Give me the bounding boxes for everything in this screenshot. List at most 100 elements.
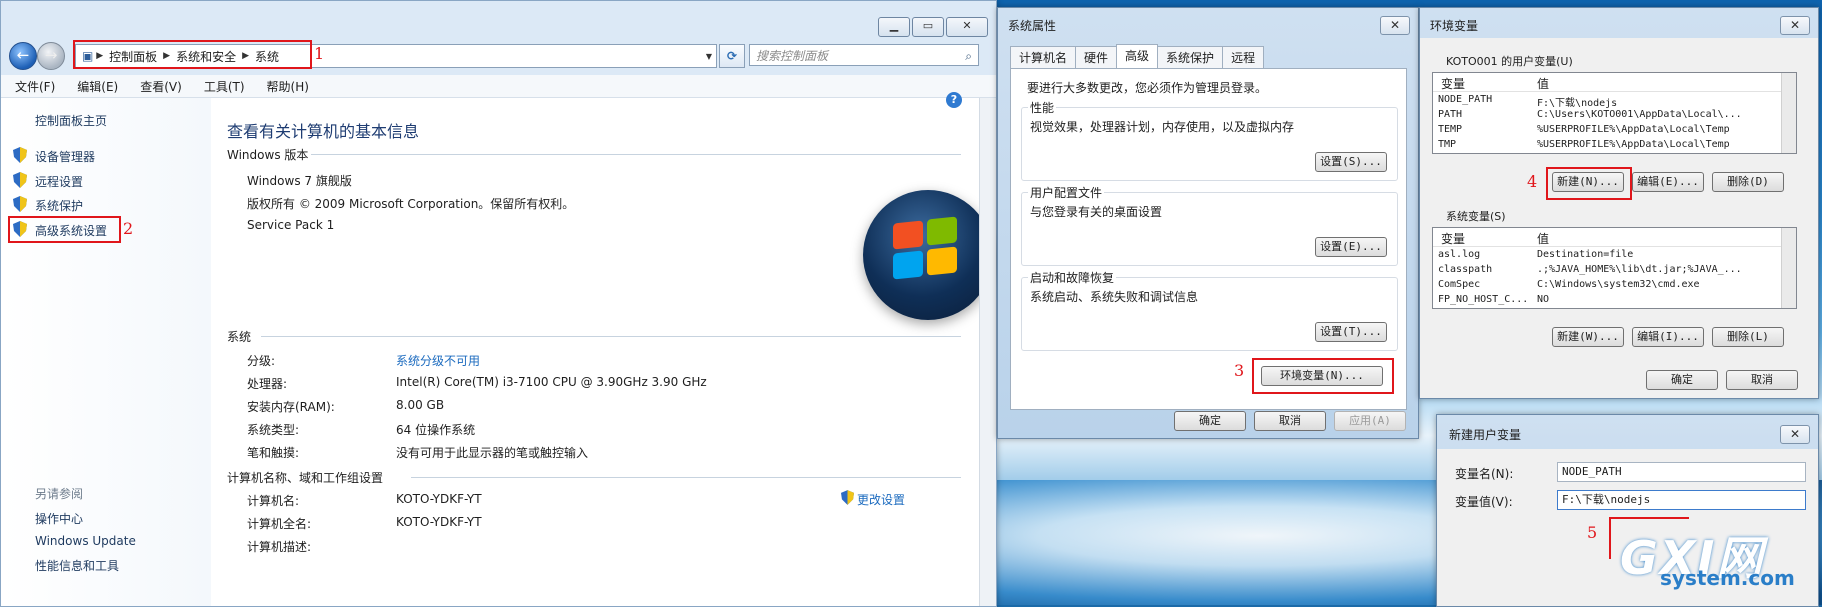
see-also-title: 另请参阅 bbox=[35, 487, 84, 501]
col-var[interactable]: 变量 bbox=[1441, 230, 1465, 247]
scrollbar[interactable] bbox=[979, 98, 996, 606]
change-settings-link[interactable]: 更改设置 bbox=[857, 491, 905, 508]
menu-edit[interactable]: 编辑(E) bbox=[63, 78, 126, 95]
cancel-button[interactable]: 取消 bbox=[1254, 411, 1326, 431]
sidebar-item-system-protection[interactable]: 系统保护 bbox=[35, 197, 83, 214]
sidebar-item-remote-settings[interactable]: 远程设置 bbox=[35, 173, 83, 190]
ok-button[interactable]: 确定 bbox=[1174, 411, 1246, 431]
minimize-button[interactable]: ▁ bbox=[878, 17, 910, 37]
group-desc: 系统启动、系统失败和调试信息 bbox=[1030, 290, 1199, 304]
shield-icon bbox=[13, 172, 27, 188]
divider bbox=[411, 477, 961, 478]
system-edit-button[interactable]: 编辑(I)... bbox=[1632, 327, 1704, 347]
control-panel-window: ▁ ▭ ✕ ← → ▣ ▶ 控制面板 ▶ 系统和安全 ▶ 系统 ▼ ⟳ 搜索控制… bbox=[0, 0, 997, 607]
advanced-panel: 要进行大多数更改，您必须作为管理员登录。 性能 视觉效果，处理器计划，内存使用，… bbox=[1010, 68, 1407, 410]
processor-value: Intel(R) Core(TM) i3-7100 CPU @ 3.90GHz … bbox=[396, 375, 707, 389]
user-delete-button[interactable]: 删除(D) bbox=[1712, 172, 1784, 192]
see-also-performance[interactable]: 性能信息和工具 bbox=[35, 557, 119, 574]
annotation-box-3 bbox=[1252, 358, 1394, 394]
system-type-label: 系统类型: bbox=[247, 423, 300, 437]
cancel-button[interactable]: 取消 bbox=[1726, 370, 1798, 390]
back-icon[interactable]: ← bbox=[9, 42, 37, 70]
group-title: 用户配置文件 bbox=[1028, 184, 1105, 201]
list-item[interactable]: FP_NO_HOST_C... NO bbox=[1433, 294, 1796, 308]
ok-button[interactable]: 确定 bbox=[1646, 370, 1718, 390]
full-name-label: 计算机全名: bbox=[247, 517, 312, 531]
system-delete-button[interactable]: 删除(L) bbox=[1712, 327, 1784, 347]
var-name-field[interactable]: NODE_PATH bbox=[1557, 462, 1806, 482]
scrollbar[interactable] bbox=[1781, 228, 1796, 308]
tab-computer-name[interactable]: 计算机名 bbox=[1010, 46, 1077, 70]
performance-group: 性能 视觉效果，处理器计划，内存使用，以及虚拟内存 设置(S)... bbox=[1021, 99, 1398, 181]
annotation-5: 5 bbox=[1587, 523, 1598, 542]
maximize-button[interactable]: ▭ bbox=[912, 17, 944, 37]
annotation-1: 1 bbox=[314, 44, 325, 63]
service-pack: Service Pack 1 bbox=[247, 218, 335, 232]
description-label: 计算机描述: bbox=[247, 540, 312, 554]
list-item[interactable]: ComSpec C:\Windows\system32\cmd.exe bbox=[1433, 279, 1796, 294]
divider bbox=[261, 336, 961, 337]
var-value-label: 变量值(V): bbox=[1455, 495, 1513, 509]
search-input[interactable]: 搜索控制面板 ⌕ bbox=[749, 44, 979, 66]
list-item[interactable]: TMP %USERPROFILE%\AppData\Local\Temp bbox=[1433, 139, 1796, 153]
performance-settings-button[interactable]: 设置(S)... bbox=[1315, 152, 1387, 172]
annotation-3: 3 bbox=[1234, 361, 1245, 380]
var-value-field[interactable]: F:\下载\nodejs bbox=[1557, 490, 1806, 510]
rating-link[interactable]: 系统分级不可用 bbox=[396, 352, 480, 369]
admin-note: 要进行大多数更改，您必须作为管理员登录。 bbox=[1027, 81, 1268, 95]
list-item[interactable]: TEMP %USERPROFILE%\AppData\Local\Temp bbox=[1433, 124, 1796, 139]
computer-name-label: 计算机名: bbox=[247, 494, 300, 508]
group-title: 启动和故障恢复 bbox=[1028, 269, 1117, 286]
help-icon[interactable]: ? bbox=[946, 92, 962, 108]
close-button[interactable]: ✕ bbox=[946, 17, 988, 37]
annotation-2: 2 bbox=[123, 219, 134, 238]
group-title: 性能 bbox=[1028, 99, 1057, 116]
system-new-button[interactable]: 新建(W)... bbox=[1552, 327, 1624, 347]
system-section-title: 系统 bbox=[227, 330, 252, 344]
system-vars-title: 系统变量(S) bbox=[1446, 210, 1506, 223]
col-val[interactable]: 值 bbox=[1537, 230, 1549, 247]
col-var[interactable]: 变量 bbox=[1441, 75, 1465, 92]
user-edit-button[interactable]: 编辑(E)... bbox=[1632, 172, 1704, 192]
menu-file[interactable]: 文件(F) bbox=[1, 78, 63, 95]
col-val[interactable]: 值 bbox=[1537, 75, 1549, 92]
rating-label: 分级: bbox=[247, 354, 276, 368]
dialog-title: 系统属性 bbox=[1008, 19, 1057, 33]
annotation-box-2 bbox=[8, 216, 121, 243]
close-icon[interactable]: ✕ bbox=[1380, 16, 1410, 35]
shield-icon bbox=[841, 490, 854, 505]
see-also-windows-update[interactable]: Windows Update bbox=[35, 534, 136, 548]
var-name-label: 变量名(N): bbox=[1455, 467, 1514, 481]
shield-icon bbox=[13, 196, 27, 212]
see-also-action-center[interactable]: 操作中心 bbox=[35, 510, 83, 527]
menu-tools[interactable]: 工具(T) bbox=[190, 78, 253, 95]
menu-view[interactable]: 查看(V) bbox=[126, 78, 190, 95]
dropdown-arrow-icon[interactable]: ▼ bbox=[706, 52, 712, 61]
system-properties-dialog: 系统属性 ✕ 计算机名 硬件 高级 系统保护 远程 要进行大多数更改，您必须作为… bbox=[997, 7, 1419, 439]
forward-icon[interactable]: → bbox=[37, 42, 65, 70]
sidebar-item-device-manager[interactable]: 设备管理器 bbox=[35, 148, 95, 165]
tab-remote[interactable]: 远程 bbox=[1222, 46, 1265, 70]
scrollbar[interactable] bbox=[1781, 73, 1796, 153]
list-item[interactable]: NODE_PATH F:\下载\nodejs bbox=[1433, 94, 1796, 109]
close-icon[interactable]: ✕ bbox=[1780, 425, 1810, 444]
list-item[interactable]: asl.log Destination=file bbox=[1433, 249, 1796, 264]
list-item[interactable]: PATH C:\Users\KOTO001\AppData\Local\... bbox=[1433, 109, 1796, 124]
system-vars-list[interactable]: 变量 值 asl.log Destination=file classpath.;%… bbox=[1432, 227, 1797, 309]
sidebar-home-link[interactable]: 控制面板主页 bbox=[35, 112, 107, 129]
group-desc: 视觉效果，处理器计划，内存使用，以及虚拟内存 bbox=[1030, 120, 1295, 134]
tab-advanced[interactable]: 高级 bbox=[1116, 44, 1159, 68]
tab-hardware[interactable]: 硬件 bbox=[1075, 46, 1118, 70]
tab-system-protection[interactable]: 系统保护 bbox=[1157, 46, 1224, 70]
startup-recovery-group: 启动和故障恢复 系统启动、系统失败和调试信息 设置(T)... bbox=[1021, 269, 1398, 351]
profile-settings-button[interactable]: 设置(E)... bbox=[1315, 237, 1387, 257]
main-content: ? 查看有关计算机的基本信息 Windows 版本 Windows 7 旗舰版 … bbox=[211, 92, 993, 606]
search-icon[interactable]: ⌕ bbox=[965, 45, 972, 67]
refresh-icon[interactable]: ⟳ bbox=[719, 44, 745, 68]
user-vars-list[interactable]: 变量 值 NODE_PATH F:\下载\nodejs PATH C:\Users\K… bbox=[1432, 72, 1797, 154]
startup-settings-button[interactable]: 设置(T)... bbox=[1315, 322, 1387, 342]
list-item[interactable]: classpath .;%JAVA_HOME%\lib\dt.jar;%JAVA_… bbox=[1433, 264, 1796, 279]
menu-help[interactable]: 帮助(H) bbox=[253, 78, 317, 95]
close-icon[interactable]: ✕ bbox=[1780, 16, 1810, 35]
user-profiles-group: 用户配置文件 与您登录有关的桌面设置 设置(E)... bbox=[1021, 184, 1398, 266]
